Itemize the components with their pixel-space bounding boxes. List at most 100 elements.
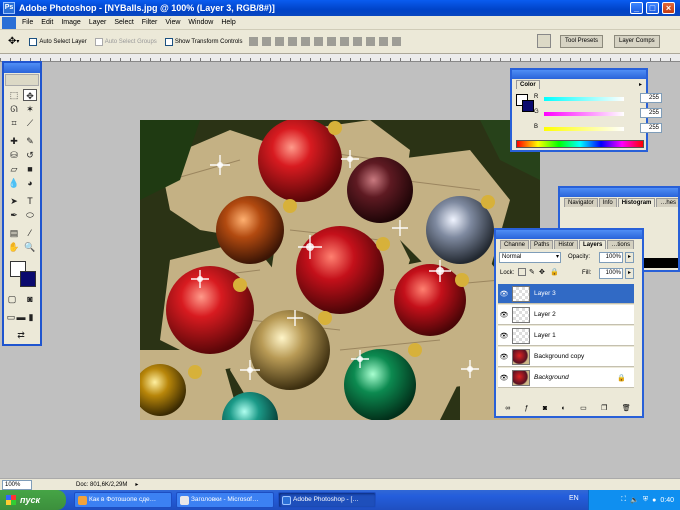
brush-tool-icon[interactable]: ✎ — [23, 135, 37, 147]
taskbar-item[interactable]: Как в Фотошопе сде… — [74, 492, 172, 508]
notes-tool-icon[interactable]: ▤ — [7, 227, 21, 239]
crop-tool-icon[interactable]: ⌗ — [7, 117, 21, 129]
pen-tool-icon[interactable]: ✒ — [7, 209, 21, 221]
close-button[interactable]: × — [662, 2, 675, 14]
align-bottom-icon[interactable] — [274, 37, 284, 46]
layer-comps-tab[interactable]: Layer Comps — [614, 35, 660, 48]
green-slider-track[interactable] — [544, 112, 624, 116]
tab-paths[interactable]: Paths — [530, 240, 554, 249]
align-vcenter-icon[interactable] — [261, 37, 271, 46]
file-browser-icon[interactable] — [537, 34, 551, 48]
path-selection-tool-icon[interactable]: ➤ — [7, 195, 21, 207]
healing-brush-tool-icon[interactable]: ✚ — [7, 135, 21, 147]
lock-position-icon[interactable]: ✥ — [539, 268, 545, 276]
eye-icon[interactable]: 👁 — [498, 290, 510, 298]
network-icon[interactable]: ⛶ — [621, 496, 626, 504]
screen-mode-full-icon[interactable]: ▮ — [26, 311, 36, 323]
blue-slider-track[interactable] — [544, 127, 624, 131]
show-transform-controls-checkbox[interactable] — [164, 37, 173, 46]
palette-menu-icon[interactable]: ▸ — [639, 81, 642, 88]
taskbar-item-active[interactable]: Adobe Photoshop - [… — [278, 492, 376, 508]
background-color-swatch[interactable] — [522, 100, 534, 112]
align-right-icon[interactable] — [313, 37, 323, 46]
layer-style-icon[interactable]: ƒ — [525, 405, 529, 412]
tab-history[interactable]: Histor — [554, 240, 579, 249]
eye-icon[interactable]: 👁 — [498, 311, 510, 319]
standard-mode-icon[interactable]: ▢ — [6, 293, 18, 305]
lock-all-icon[interactable]: 🔒 — [550, 268, 559, 276]
minimize-button[interactable]: _ — [630, 2, 643, 14]
lock-transparency-icon[interactable] — [518, 268, 526, 276]
history-brush-tool-icon[interactable]: ↺ — [23, 149, 37, 161]
magic-wand-tool-icon[interactable]: ✶ — [23, 103, 37, 115]
menu-edit[interactable]: Edit — [37, 19, 57, 26]
taskbar-item[interactable]: Заголовки - Microsof… — [176, 492, 274, 508]
eye-icon[interactable]: 👁 — [498, 353, 510, 361]
marquee-tool-icon[interactable]: ⬚ — [7, 89, 21, 101]
distribute-right-icon[interactable] — [391, 37, 401, 46]
eraser-tool-icon[interactable]: ▱ — [7, 163, 21, 175]
layer-row[interactable]: 👁 Background 🔒 — [498, 368, 634, 388]
tab-info[interactable]: Info — [598, 198, 617, 207]
screen-mode-standard-icon[interactable]: ▭ — [6, 311, 16, 323]
menu-view[interactable]: View — [161, 19, 184, 26]
document-canvas[interactable] — [140, 120, 540, 420]
tool-preset-dropdown-icon[interactable]: ▾ — [16, 38, 19, 45]
layer-row[interactable]: 👁 Background copy — [498, 347, 634, 367]
adobe-feather-icon[interactable] — [5, 74, 39, 86]
navigator-palette-titlebar[interactable] — [560, 188, 678, 197]
blur-tool-icon[interactable]: 💧 — [7, 177, 21, 189]
red-slider[interactable]: R 255 — [534, 93, 662, 104]
zoom-tool-icon[interactable]: 🔍 — [23, 241, 37, 253]
menu-filter[interactable]: Filter — [138, 19, 162, 26]
clone-stamp-tool-icon[interactable]: ⛁ — [7, 149, 21, 161]
menu-file[interactable]: File — [18, 19, 37, 26]
language-indicator[interactable]: EN — [569, 495, 579, 502]
slice-tool-icon[interactable]: ⟋ — [23, 117, 37, 129]
tool-presets-tab[interactable]: Tool Presets — [560, 35, 604, 48]
volume-icon[interactable]: 🔈 — [630, 496, 639, 504]
maximize-button[interactable]: □ — [646, 2, 659, 14]
distribute-vcenter-icon[interactable] — [339, 37, 349, 46]
auto-select-layer-checkbox[interactable] — [29, 37, 38, 46]
fill-slider-button[interactable]: ▸ — [625, 268, 634, 279]
tab-histogram[interactable]: Histogram — [617, 198, 656, 207]
distribute-hcenter-icon[interactable] — [378, 37, 388, 46]
eye-icon[interactable]: 👁 — [498, 374, 510, 382]
zoom-field[interactable]: 100% — [2, 479, 32, 490]
blue-slider[interactable]: B 255 — [534, 123, 662, 134]
layer-mask-icon[interactable]: ◙ — [543, 405, 547, 412]
eye-icon[interactable]: 👁 — [498, 332, 510, 340]
green-slider[interactable]: G 255 — [534, 108, 662, 119]
quick-mask-mode-icon[interactable]: ◙ — [24, 293, 36, 305]
distribute-top-icon[interactable] — [326, 37, 336, 46]
new-layer-icon[interactable]: ❐ — [601, 404, 607, 412]
toolbox-titlebar[interactable] — [4, 63, 40, 73]
layer-row[interactable]: 👁 Layer 2 — [498, 305, 634, 325]
eyedropper-tool-icon[interactable]: ⁄ — [23, 227, 37, 239]
lock-pixels-icon[interactable]: ✎ — [529, 268, 535, 276]
color-ramp[interactable] — [516, 140, 644, 148]
hand-tool-icon[interactable]: ✋ — [7, 241, 21, 253]
tab-swatches[interactable]: …hes — [656, 198, 678, 207]
delete-layer-icon[interactable]: 🗑 — [622, 404, 631, 412]
red-slider-track[interactable] — [544, 97, 624, 101]
adjustment-layer-icon[interactable]: ◐ — [562, 405, 566, 412]
start-button[interactable]: пуск — [0, 490, 66, 510]
layer-row[interactable]: 👁 Layer 3 — [498, 284, 634, 304]
tab-color[interactable]: Color — [516, 80, 540, 89]
menu-layer[interactable]: Layer — [85, 19, 111, 26]
opacity-slider-button[interactable]: ▸ — [625, 252, 634, 263]
link-layers-icon[interactable]: ∞ — [505, 405, 510, 412]
tab-actions[interactable]: …tions — [607, 240, 635, 249]
lasso-tool-icon[interactable]: ᘏ — [7, 103, 21, 115]
move-tool-icon[interactable]: ✥ — [8, 36, 16, 47]
move-tool-icon[interactable]: ✥ — [23, 89, 37, 101]
color-palette-titlebar[interactable] — [512, 70, 646, 79]
background-color-swatch[interactable] — [20, 271, 36, 287]
layer-row[interactable]: 👁 Layer 1 — [498, 326, 634, 346]
new-group-icon[interactable]: ▭ — [580, 404, 587, 412]
distribute-bottom-icon[interactable] — [352, 37, 362, 46]
clock[interactable]: 0:40 — [660, 497, 674, 504]
gradient-tool-icon[interactable]: ■ — [23, 163, 37, 175]
